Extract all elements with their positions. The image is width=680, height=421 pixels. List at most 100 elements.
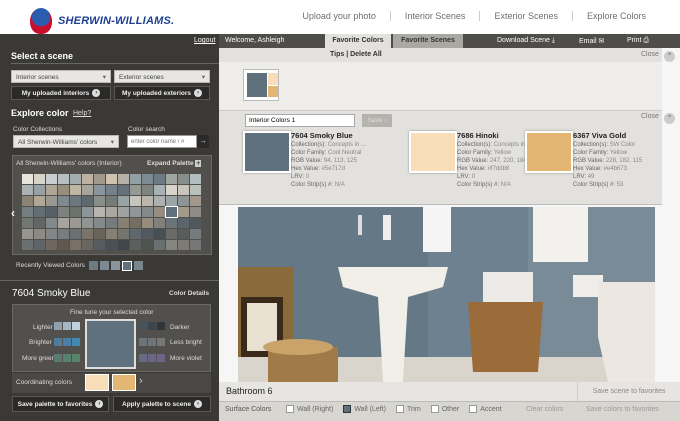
palette-swatch[interactable] — [142, 240, 153, 250]
nav-exterior-scenes[interactable]: Exterior Scenes — [479, 11, 572, 21]
palette-swatch[interactable] — [130, 196, 141, 206]
tune-swatch[interactable] — [72, 354, 80, 362]
palette-swatch[interactable] — [142, 229, 153, 239]
palette-swatch[interactable] — [106, 196, 117, 206]
recent-swatch[interactable] — [100, 261, 109, 270]
palette-swatch[interactable] — [106, 185, 117, 195]
palette-swatch[interactable] — [178, 218, 189, 228]
palette-swatch[interactable] — [190, 240, 201, 250]
tune-swatch[interactable] — [63, 322, 71, 330]
tune-swatch[interactable] — [54, 322, 62, 330]
surface-other[interactable]: Other — [430, 405, 459, 413]
palette-swatch[interactable] — [94, 185, 105, 195]
palette-swatch[interactable] — [70, 218, 81, 228]
collapse-icon[interactable]: ⌃ — [664, 51, 675, 62]
email-button[interactable]: Email ✉ — [579, 37, 604, 45]
palette-swatch[interactable] — [58, 229, 69, 239]
palette-swatch[interactable] — [46, 240, 57, 250]
palette-swatch[interactable] — [82, 185, 93, 195]
palette-swatch[interactable] — [142, 196, 153, 206]
palette-swatch[interactable] — [82, 229, 93, 239]
palette-swatch[interactable] — [190, 218, 201, 228]
palette-swatch[interactable] — [34, 196, 45, 206]
palette-swatch[interactable] — [46, 207, 57, 217]
palette-swatch[interactable] — [118, 229, 129, 239]
palette-swatch[interactable] — [46, 185, 57, 195]
palette-swatch[interactable] — [166, 229, 177, 239]
palette-swatch[interactable] — [178, 185, 189, 195]
palette-swatch[interactable] — [70, 174, 81, 184]
palette-swatch[interactable] — [166, 240, 177, 250]
palette-swatch[interactable] — [118, 240, 129, 250]
recent-swatch[interactable] — [134, 261, 143, 270]
palette-swatch[interactable] — [130, 174, 141, 184]
palette-name-input[interactable] — [245, 114, 355, 127]
palette-swatch[interactable] — [154, 240, 165, 250]
tune-swatch[interactable] — [139, 322, 147, 330]
palette-swatch[interactable] — [190, 185, 201, 195]
palette-swatch[interactable] — [154, 229, 165, 239]
palette-swatch[interactable] — [70, 196, 81, 206]
palette-swatch[interactable] — [46, 229, 57, 239]
palette-swatch[interactable] — [22, 196, 33, 206]
palette-swatch[interactable] — [70, 240, 81, 250]
palette-swatch[interactable] — [154, 207, 165, 217]
palette-swatch[interactable] — [82, 196, 93, 206]
palette-swatch[interactable] — [94, 196, 105, 206]
palette-swatch[interactable] — [34, 240, 45, 250]
chevron-left-icon[interactable]: ‹ — [11, 206, 15, 220]
palette-swatch[interactable] — [154, 185, 165, 195]
palette-swatch[interactable] — [46, 218, 57, 228]
my-uploaded-exteriors-button[interactable]: My uploaded exteriors › — [114, 86, 210, 100]
palette-swatch[interactable] — [94, 207, 105, 217]
palette-swatch[interactable] — [34, 207, 45, 217]
surface-wall-left[interactable]: Wall (Left) — [343, 405, 386, 413]
tune-swatch[interactable] — [148, 322, 156, 330]
palette-swatch[interactable] — [70, 207, 81, 217]
expand-palette-link[interactable]: Expand Palette + — [147, 160, 202, 167]
palette-swatch[interactable] — [130, 218, 141, 228]
coordinating-swatch[interactable] — [112, 374, 136, 391]
palette-swatch[interactable] — [190, 229, 201, 239]
tune-swatch[interactable] — [148, 354, 156, 362]
tips-delete-all[interactable]: Tips | Delete All — [330, 51, 382, 58]
palette-swatch[interactable] — [82, 240, 93, 250]
tune-swatch[interactable] — [72, 338, 80, 346]
palette-swatch[interactable] — [58, 207, 69, 217]
clear-colors-button[interactable]: Clear colors — [526, 406, 563, 413]
palette-swatch[interactable] — [82, 174, 93, 184]
color-search-input[interactable] — [127, 135, 197, 148]
palette-swatch[interactable] — [70, 185, 81, 195]
collapse-icon[interactable]: ⌃ — [664, 113, 675, 124]
tune-swatch[interactable] — [148, 338, 156, 346]
palette-swatch[interactable] — [118, 218, 129, 228]
palette-swatch[interactable] — [118, 185, 129, 195]
palette-swatch[interactable] — [130, 185, 141, 195]
palette-swatch[interactable] — [94, 218, 105, 228]
palette-swatch[interactable] — [166, 196, 177, 206]
surface-trim[interactable]: Trim — [395, 405, 421, 413]
save-palette-button[interactable]: Save palette to favorites › — [12, 396, 109, 412]
palette-swatch[interactable] — [178, 174, 189, 184]
tune-swatch[interactable] — [63, 338, 71, 346]
recent-swatch[interactable] — [89, 261, 98, 270]
palette-swatch[interactable] — [22, 229, 33, 239]
nav-explore-colors[interactable]: Explore Colors — [571, 11, 660, 21]
palette-swatch[interactable] — [46, 196, 57, 206]
tab-favorite-colors[interactable]: Favorite Colors — [325, 34, 391, 48]
palette-swatch[interactable] — [58, 218, 69, 228]
palette-swatch[interactable] — [166, 185, 177, 195]
palette-swatch[interactable] — [130, 240, 141, 250]
palette-swatch[interactable] — [22, 240, 33, 250]
tune-swatch[interactable] — [157, 354, 165, 362]
tune-swatch[interactable] — [139, 338, 147, 346]
palette-swatch[interactable] — [165, 206, 178, 218]
palette-swatch[interactable] — [58, 196, 69, 206]
palette-swatch[interactable] — [142, 207, 153, 217]
favorite-color-swatch[interactable] — [243, 131, 291, 173]
download-scene-button[interactable]: Download Scene ⤓ — [497, 37, 555, 45]
tune-swatch[interactable] — [157, 322, 165, 330]
exterior-scenes-select[interactable]: Exterior scenes ▾ — [114, 70, 210, 83]
palette-swatch[interactable] — [106, 229, 117, 239]
palette-swatch[interactable] — [190, 207, 201, 217]
